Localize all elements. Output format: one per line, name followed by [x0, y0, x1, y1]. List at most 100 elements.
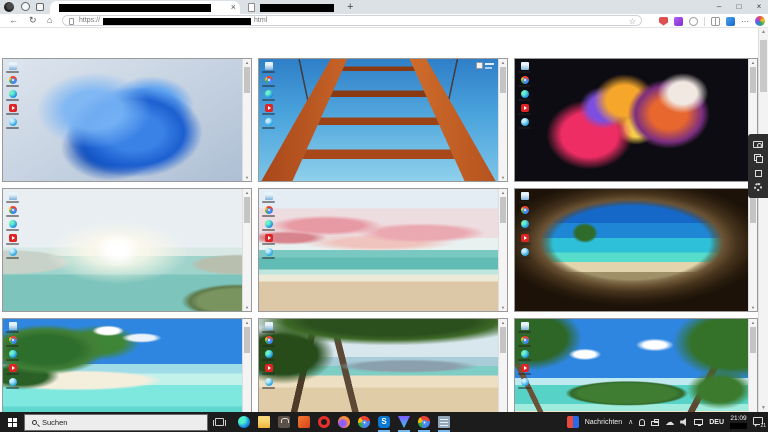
address-bar[interactable]: https:// html ☆: [62, 15, 642, 26]
window-close-button[interactable]: ×: [750, 0, 768, 13]
messenger-icon[interactable]: [265, 118, 273, 126]
taskbar-app-triangle-app[interactable]: [397, 412, 411, 432]
back-icon[interactable]: ←: [9, 14, 18, 27]
taskbar-app-chrome[interactable]: [357, 412, 371, 432]
desktop-thumbnail-golden-gate-tower[interactable]: ▲▼: [258, 58, 508, 182]
scroll-up-icon[interactable]: ▲: [243, 59, 251, 66]
tab-active[interactable]: ×: [50, 1, 240, 14]
refresh-icon[interactable]: ↻: [29, 14, 37, 27]
page-scrollbar[interactable]: ▲ ▼: [758, 28, 768, 412]
scroll-down-icon[interactable]: ▼: [759, 405, 768, 411]
scrollbar-thumb[interactable]: [500, 67, 506, 93]
taskbar-app-file-explorer[interactable]: [257, 412, 271, 432]
shield-extension-icon[interactable]: [659, 17, 668, 26]
copy-icon[interactable]: [754, 154, 763, 163]
volume-icon[interactable]: [680, 418, 688, 426]
scroll-down-icon[interactable]: ▼: [749, 304, 757, 311]
window-maximize-button[interactable]: □: [730, 0, 748, 13]
network-icon[interactable]: [694, 419, 703, 425]
home-icon[interactable]: ⌂: [47, 14, 52, 27]
chrome-icon[interactable]: [521, 206, 529, 214]
scroll-up-icon[interactable]: ▲: [749, 319, 757, 326]
taskbar-app-firefox[interactable]: [337, 412, 351, 432]
messenger-icon[interactable]: [265, 248, 273, 256]
youtube-icon[interactable]: [521, 104, 529, 112]
edge-icon[interactable]: [9, 220, 17, 228]
thumbnail-scrollbar[interactable]: ▲▼: [242, 189, 251, 311]
task-view-button[interactable]: [208, 418, 230, 426]
keyboard-language-indicator[interactable]: DEU: [709, 419, 724, 426]
messenger-icon[interactable]: [9, 248, 17, 256]
taskbar-search-input[interactable]: Suchen: [24, 414, 208, 431]
chrome-icon[interactable]: [265, 206, 273, 214]
printer-icon[interactable]: [651, 421, 659, 426]
chrome-icon[interactable]: [521, 76, 529, 84]
scroll-up-icon[interactable]: ▲: [243, 189, 251, 196]
tab-box-icon[interactable]: [36, 3, 44, 11]
split-screen-icon[interactable]: [711, 17, 720, 26]
tab-close-icon[interactable]: ×: [231, 1, 236, 14]
edge-icon[interactable]: [265, 350, 273, 358]
cloud-icon[interactable]: ☁: [665, 417, 674, 427]
chrome-icon[interactable]: [265, 336, 273, 344]
edge-icon[interactable]: [521, 350, 529, 358]
recycle-bin-icon[interactable]: [521, 322, 529, 330]
site-info-icon[interactable]: [69, 18, 74, 25]
edge-icon[interactable]: [265, 90, 273, 98]
scroll-down-icon[interactable]: ▼: [243, 174, 251, 181]
edge-icon[interactable]: [9, 90, 17, 98]
edge-icon[interactable]: [521, 220, 529, 228]
messenger-icon[interactable]: [521, 248, 529, 256]
youtube-icon[interactable]: [9, 364, 17, 372]
taskbar-app-orange-app[interactable]: [297, 412, 311, 432]
new-tab-button[interactable]: +: [347, 0, 353, 14]
desktop-thumbnail-calm-lake-sunrise[interactable]: ▲▼: [2, 188, 252, 312]
tab-inactive[interactable]: [246, 2, 338, 14]
page-scrollbar-thumb[interactable]: [760, 40, 767, 92]
desktop-thumbnail-windows11-blue-bloom[interactable]: ▲▼: [2, 58, 252, 182]
window-minimize-button[interactable]: –: [710, 0, 728, 13]
browser-logo-icon[interactable]: [4, 2, 14, 12]
scrollbar-thumb[interactable]: [244, 327, 250, 353]
taskbar-clock[interactable]: 21:09: [730, 415, 747, 429]
scrollbar-thumb[interactable]: [500, 327, 506, 353]
taskbar-app-skype[interactable]: S: [377, 412, 391, 432]
messenger-icon[interactable]: [265, 378, 273, 386]
messenger-icon[interactable]: [521, 118, 529, 126]
recycle-bin-icon[interactable]: [9, 192, 17, 200]
youtube-icon[interactable]: [265, 234, 273, 242]
purple-extension-icon[interactable]: [674, 17, 683, 26]
camera-icon[interactable]: [753, 141, 763, 148]
blue-extension-icon[interactable]: [726, 17, 735, 26]
youtube-icon[interactable]: [521, 364, 529, 372]
chrome-icon[interactable]: [265, 76, 273, 84]
youtube-icon[interactable]: [9, 104, 17, 112]
scroll-down-icon[interactable]: ▼: [243, 304, 251, 311]
start-button[interactable]: [0, 412, 24, 432]
youtube-icon[interactable]: [265, 104, 273, 112]
thumbnail-scrollbar[interactable]: ▲▼: [242, 59, 251, 181]
edge-icon[interactable]: [265, 220, 273, 228]
more-menu-icon[interactable]: ⋯: [741, 17, 749, 26]
youtube-icon[interactable]: [521, 234, 529, 242]
youtube-icon[interactable]: [9, 234, 17, 242]
scrollbar-thumb[interactable]: [750, 197, 756, 223]
chrome-icon[interactable]: [9, 76, 17, 84]
scrollbar-thumb[interactable]: [500, 197, 506, 223]
chrome-icon[interactable]: [9, 336, 17, 344]
recycle-bin-icon[interactable]: [9, 62, 17, 70]
scroll-down-icon[interactable]: ▼: [499, 304, 507, 311]
desktop-thumbnail-windows11-dark-bloom[interactable]: ▲▼: [514, 58, 758, 182]
scroll-up-icon[interactable]: ▲: [749, 59, 757, 66]
scroll-up-icon[interactable]: ▲: [759, 29, 768, 35]
recycle-bin-icon[interactable]: [521, 62, 529, 70]
messenger-icon[interactable]: [9, 378, 17, 386]
chrome-icon[interactable]: [521, 336, 529, 344]
action-center-button[interactable]: 21: [753, 416, 765, 428]
scroll-up-icon[interactable]: ▲: [499, 319, 507, 326]
settings-gear-icon[interactable]: [754, 183, 762, 191]
scrollbar-thumb[interactable]: [750, 327, 756, 353]
eye-icon[interactable]: [21, 2, 30, 11]
youtube-icon[interactable]: [265, 364, 273, 372]
chrome-icon[interactable]: [9, 206, 17, 214]
